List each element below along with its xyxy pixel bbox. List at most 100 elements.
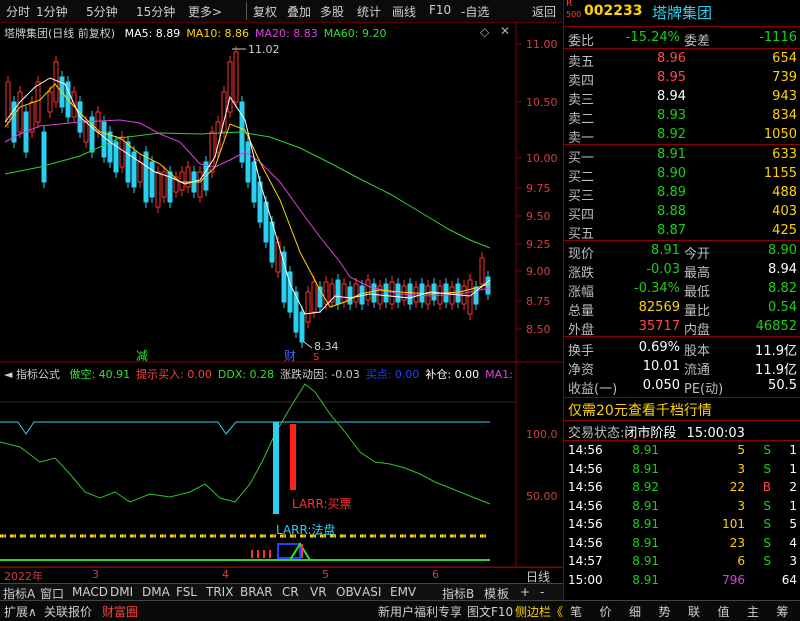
indicator-tab[interactable]: FSL [176, 585, 197, 599]
footer-bar: 扩展∧ 关联报价 财富圈 新用户福利专享 图文F10 侧边栏《 笔 价细 势联 值主 筹 [0, 600, 800, 621]
tongji-button[interactable]: 统计 [357, 3, 381, 20]
stat-value: -0.34% [634, 281, 680, 296]
candle [233, 51, 239, 103]
quote-side-tab[interactable]: 势 [659, 603, 671, 620]
jian-marker[interactable]: 减 [136, 349, 148, 363]
candle [341, 283, 347, 303]
candle [155, 171, 161, 208]
low-pointer [303, 341, 313, 349]
ask-price: 8.95 [657, 70, 686, 85]
indicator-tab[interactable]: DMI [110, 585, 133, 599]
indicator-tab[interactable]: MACD [72, 585, 108, 599]
candle [41, 131, 47, 183]
diejia-button[interactable]: 叠加 [287, 3, 311, 20]
stat-value: 46852 [755, 319, 797, 334]
tick-row: 14:56 8.91 3 S 1 [564, 461, 800, 479]
tab-5min[interactable]: 5分钟 [86, 3, 118, 20]
indicator-tab[interactable]: - [540, 585, 544, 599]
fundamental-value: 10.01 [642, 359, 680, 374]
indicator-name[interactable]: 指标公式 [16, 368, 60, 381]
stat-label: 最高 [684, 266, 711, 281]
indicator-tab[interactable]: VR [310, 585, 327, 599]
indicator-tab[interactable]: + [520, 585, 530, 599]
tab-15min[interactable]: 15分钟 [136, 3, 175, 20]
candle [107, 131, 113, 163]
fuquan-button[interactable]: 复权 [253, 3, 277, 20]
duogu-button[interactable]: 多股 [320, 3, 344, 20]
tick-count: 64 [781, 572, 797, 587]
indicator-tab[interactable]: DMA [142, 585, 170, 599]
quote-side-tab[interactable]: 筹 [777, 603, 789, 620]
promo-link[interactable]: 仅需20元查看千档行情 [568, 400, 712, 420]
quote-side-tab[interactable]: 主 [747, 603, 759, 620]
wealth-circle-button[interactable]: 财富圈 [102, 603, 138, 620]
cai-marker[interactable]: 财 [284, 349, 296, 363]
stat-row: 涨幅 -0.34% 最低 8.82 [564, 280, 800, 300]
price-tick-label: 10.50 [526, 96, 558, 109]
ask-volume: 739 [772, 70, 797, 85]
quote-side-tab[interactable]: 价 [600, 603, 612, 620]
close-icon[interactable]: ✕ [500, 24, 510, 38]
indicator-tab[interactable]: CR [282, 585, 299, 599]
candle [365, 279, 371, 301]
weibi-value: -15.24% [625, 30, 680, 45]
ask-price: 8.93 [657, 108, 686, 123]
indicator-tab[interactable]: EMV [390, 585, 416, 599]
candle [347, 286, 353, 305]
fundamental-value: 11.9亿 [755, 344, 797, 359]
quote-side-tab[interactable]: 联 [688, 603, 700, 620]
indicator-tab[interactable]: BRAR [240, 585, 273, 599]
new-user-welfare-link[interactable]: 新用户福利专享 [378, 603, 462, 620]
huaxian-button[interactable]: 画线 [392, 3, 416, 20]
price-tick-label: 9.75 [526, 182, 551, 195]
tab-fenshi[interactable]: 分时 [6, 3, 30, 20]
fundamental-value: 0.050 [642, 378, 680, 393]
tick-row: 14:57 8.91 6 S 3 [564, 553, 800, 571]
indicator-signal-ticks [251, 542, 311, 561]
fundamental-label: 流通 [684, 363, 711, 378]
expand-button[interactable]: 扩展∧ [4, 603, 37, 620]
tab-1min[interactable]: 1分钟 [36, 3, 68, 20]
zixuan-button[interactable]: -自选 [461, 3, 489, 20]
s-marker[interactable]: S [313, 352, 319, 363]
kline-chart[interactable]: 11.0010.5010.009.759.509.259.008.758.50 … [0, 22, 563, 583]
tick-side: B [762, 480, 771, 494]
stat-label: 最低 [684, 285, 711, 300]
tick-price: 8.91 [632, 461, 659, 476]
sidebar-toggle[interactable]: 侧边栏《 [515, 603, 563, 620]
ask-level-label: 卖五 [568, 55, 595, 70]
related-quote-button[interactable]: 关联报价 [44, 603, 92, 620]
stat-value: 82569 [638, 300, 680, 315]
indicator-value: 提示买入: 0.00 [136, 368, 212, 381]
f10-button[interactable]: F10 [429, 3, 451, 17]
quote-side-tab[interactable]: 值 [718, 603, 730, 620]
price-tick-label: 9.00 [526, 265, 551, 278]
indicator-tab[interactable]: TRIX [206, 585, 233, 599]
candle [425, 285, 431, 305]
quote-side-tab[interactable]: 细 [629, 603, 641, 620]
weibi-row: 委比 -15.24% 委差 -1116 [568, 30, 797, 49]
candle [83, 121, 89, 143]
tick-row: 15:00 8.91 796 64 [564, 572, 800, 590]
indicator-tick-100: 100.0 [526, 428, 558, 441]
trade-status-time: 15:00:03 [686, 426, 745, 441]
stat-value: 8.94 [768, 262, 797, 277]
tick-row: 14:56 8.91 5 S 1 [564, 442, 800, 460]
candle [485, 276, 491, 295]
bid-level-label: 买一 [568, 151, 595, 166]
ask-volume: 1050 [763, 127, 797, 142]
collapse-chevron-icon[interactable]: ◄ [4, 368, 16, 381]
ma-label: MA60: 9.20 [323, 27, 387, 40]
indicator-cyan-line [0, 421, 490, 435]
diamond-icon[interactable]: ◇ [480, 25, 489, 39]
indicator-tabs: 指标A 窗口 MACD DMI DMA FSL TRIX BRAR CR VR OBV ASI EMV 指… [0, 583, 563, 601]
back-button[interactable]: 返回 [532, 3, 556, 20]
indicator-tab[interactable]: ASI [362, 585, 381, 599]
candle [89, 116, 95, 153]
f10-graphic-link[interactable]: 图文F10 [467, 603, 513, 620]
red-signal-bar [290, 424, 296, 490]
quote-side-tab[interactable]: 笔 [570, 603, 582, 620]
indicator-tab[interactable]: OBV [336, 585, 362, 599]
weicha-value: -1116 [759, 30, 797, 45]
tab-more[interactable]: 更多> [188, 3, 222, 20]
